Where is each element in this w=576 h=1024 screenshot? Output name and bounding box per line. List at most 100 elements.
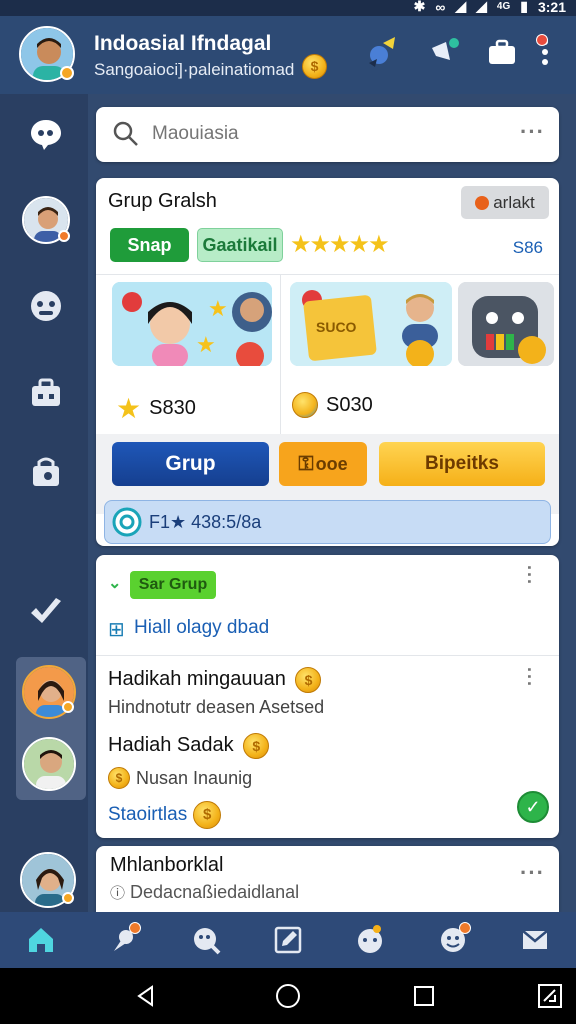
star-icon: ★ [116,393,142,424]
nav-edit[interactable] [268,920,308,960]
reward-sub-2: $ Nusan Inaunig [108,767,252,789]
coin-icon: $ [302,54,327,79]
sidebar-item-shop[interactable] [22,368,70,416]
reward-title-1-text: Hadikah mingauuan [108,668,286,690]
sidebar [0,94,88,912]
shop-pill[interactable]: Snap [110,228,189,262]
group-card-amount: S86 [512,238,543,257]
card-footer-bar[interactable]: F1★ 438:5/8a [104,500,551,544]
price-right-value: S030 [326,393,373,416]
more-vertical-icon[interactable] [530,32,560,72]
group-button[interactable]: Grup [112,442,269,486]
product-tile-2[interactable]: SUCO [290,282,452,366]
info-icon: ⓘ [110,885,126,902]
notification-dot [536,34,548,46]
header-title: Indoasial Ifndagal [94,32,272,55]
friend-card-more-icon[interactable]: ··· [520,860,545,886]
product-tile-1[interactable]: ★ ★ [112,282,272,366]
orange-dot-icon [475,195,490,210]
nav-pin-badge [129,922,142,934]
divider [96,274,559,275]
sidebar-item-games[interactable] [22,282,70,330]
home-circle-icon[interactable] [272,980,304,1012]
special-pill[interactable]: Gaatikail [197,228,283,262]
coin-icon: $ [243,733,270,759]
clock: 3:21 [537,0,566,15]
tool-button-label: ooe [315,453,348,474]
stars-label: ★★★★★ [290,231,390,258]
chevron-down-icon[interactable]: ⌄ [108,573,121,593]
reward-title-1: Hadikah mingauuan $ [108,667,322,693]
search-input[interactable] [152,119,492,149]
friend-card[interactable]: Mhlanborklal ⓘ Dedacnaßiedaidlanal ··· [96,846,559,912]
recents-icon[interactable] [408,980,440,1012]
app-header: Indoasial Ifndagal Sangoaioci]·paleinati… [0,16,576,94]
sidebar-item-chat[interactable] [22,110,70,158]
reward-title-2-text: Hadiah Sadak [108,734,234,756]
nav-search[interactable] [186,920,226,960]
svg-text:★: ★ [196,332,216,357]
statistics-link[interactable]: Staoirtlas $ [108,801,222,829]
sidebar-item-locker[interactable] [22,448,70,496]
shop-bag-icon [32,378,60,406]
bluetooth-icon: ✱ [413,0,426,14]
screen: ✱ ∞ ◢ ◢ 4G ▮ 3:21 Indoasial Ifndagal San… [0,0,576,1024]
nav-home[interactable] [21,920,61,960]
timer-icon [112,507,142,537]
price-right: S030 [292,392,373,418]
reward-title-2: Hadiah Sadak $ [108,733,270,759]
tool-button[interactable]: ⚿ ooe [279,442,367,486]
mail-icon [522,930,548,949]
friend-card-title: Mhlanborklal [110,854,224,876]
status-bar: ✱ ∞ ◢ ◢ 4G ▮ 3:21 [0,0,576,16]
chat-bubble-icon [31,120,61,150]
card-more-icon[interactable]: ··· [518,565,539,586]
sidebar-item-profile[interactable] [22,196,70,244]
system-nav [0,968,576,1024]
battery-icon: ▮ [520,0,528,14]
nav-pin[interactable] [103,920,143,960]
product-tile-3[interactable] [458,282,554,366]
nav-pets[interactable] [350,920,390,960]
network-label: 4G [496,1,511,12]
check-circle-icon[interactable]: ✓ [517,791,549,823]
svg-text:SUCO: SUCO [316,319,357,335]
edit-icon [274,926,302,954]
search-bar: ··· [96,107,559,162]
group-card: Grup Gralsh arlakt Snap Gaatikail ★★★★★ … [96,178,559,546]
bottom-nav [0,912,576,968]
nav-social[interactable] [433,920,473,960]
sidebar-item-done[interactable] [22,588,70,636]
screenshot-icon[interactable] [534,980,566,1012]
friend-avatar-2[interactable] [22,737,76,791]
friend-card-sub-text: Dedacnaßiedaidlanal [130,882,300,902]
back-icon[interactable] [130,980,162,1012]
search-icon [113,121,138,146]
checkmark-icon [31,598,61,623]
group-card-tag-label: arlakt [493,192,535,212]
group-card-tag[interactable]: arlakt [461,186,549,219]
divider [96,655,559,656]
link-icon: ∞ [435,0,446,15]
group-card-title: Grup Gralsh [108,190,217,212]
reward-sub-1: Hindnotutr deasen Asetsed [108,697,325,717]
statistics-link-label: Staoirtlas [108,804,188,825]
header-subtitle: Sangoaioci]·paleinatiomad [94,60,295,79]
nav-mail[interactable] [515,920,555,960]
group-link[interactable]: Hiall olagy dbad [134,617,269,639]
reward-more-icon[interactable]: ··· [518,667,539,688]
coin-icon [292,392,318,418]
search-face-icon [193,928,221,955]
price-left: ★ S830 [116,392,196,425]
megaphone-icon[interactable] [424,32,464,72]
group-tag[interactable]: Sar Grup [130,571,216,599]
friend-badge-icon [62,701,74,713]
briefcase-icon[interactable] [482,32,522,72]
vertical-divider [280,274,281,434]
nav-social-badge [458,922,471,934]
rocket-icon[interactable] [362,32,402,72]
signal-icon-2: ◢ [476,0,487,14]
search-more-icon[interactable]: ··· [520,119,545,145]
benefits-button[interactable]: Bipeitks [379,442,545,486]
coin-icon: $ [108,767,130,789]
